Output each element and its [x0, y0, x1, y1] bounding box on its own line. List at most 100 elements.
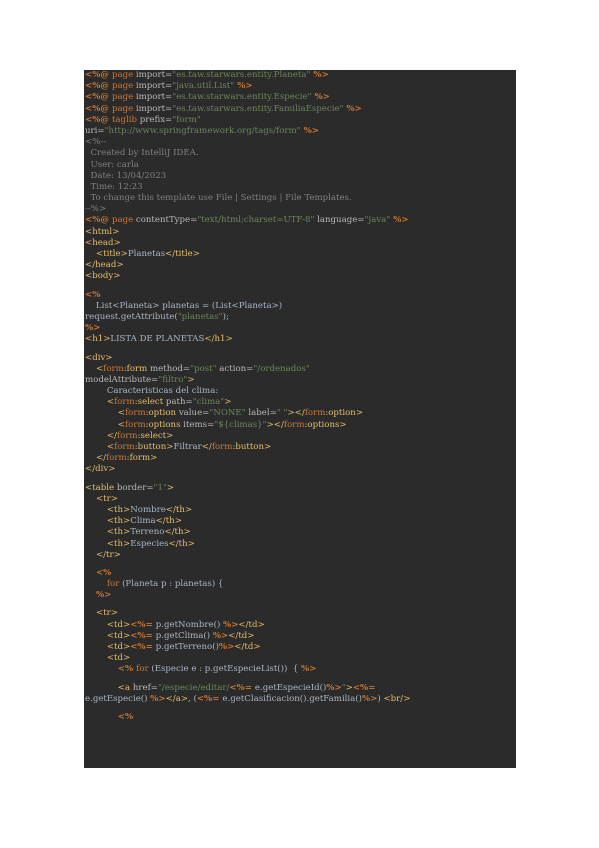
code-token: < [117, 419, 125, 430]
code-token: </ [106, 430, 117, 441]
code-line: <%@ page import="es.taw.starwars.entity.… [84, 70, 516, 81]
code-token: <h1> [85, 334, 111, 345]
code-line: <th>Terreno</th> [84, 527, 516, 538]
code-line: for (Planeta p : planetas) { [84, 579, 516, 590]
code-token: taglib [111, 114, 140, 125]
code-line: <%@ page import="es.taw.starwars.entity.… [84, 104, 516, 115]
code-token: < [106, 442, 115, 452]
code-token: </th> [168, 538, 195, 549]
code-token: <th> [106, 504, 131, 515]
code-token: Clima [130, 516, 156, 527]
code-token: <th> [106, 538, 131, 549]
code-token: </th> [165, 504, 193, 515]
code-token: Nombre [130, 504, 166, 515]
code-token: %> [390, 215, 409, 226]
code-token: <td> [106, 653, 131, 664]
code-token: :select> [137, 430, 174, 441]
code-token: %> [150, 693, 166, 704]
code-token: <th> [106, 516, 131, 527]
code-line: <form:select path="clima"> [84, 397, 516, 408]
code-token: form [114, 442, 135, 452]
code-editor: <%@ page import="es.taw.starwars.entity.… [84, 70, 516, 768]
code-line: <form:form method="post" action="/ordena… [84, 364, 516, 375]
code-line: <td><%= p.getTerreno()%></td> [84, 642, 516, 653]
code-line: Created by IntelliJ IDEA. [84, 148, 516, 159]
code-token: <th> [106, 527, 131, 538]
code-token: p.getTerreno() [155, 642, 219, 652]
code-token: </td> [228, 630, 255, 641]
code-token: <%@ [85, 92, 112, 103]
code-token: page [111, 70, 136, 80]
code-token: <html> [85, 226, 120, 237]
code-token: </div> [85, 464, 116, 475]
code-line: <% [84, 290, 516, 301]
code-token: method= [150, 363, 191, 374]
code-token: </a> [165, 693, 189, 704]
code-token: %> [301, 664, 317, 675]
code-token: <% [117, 711, 134, 722]
code-line: e.getEspecie() %></a>, (<%= e.getClasifi… [84, 694, 516, 705]
code-line: <div> [84, 353, 516, 364]
code-token: (Planeta p : planetas) { [122, 579, 224, 590]
code-token: " " [276, 408, 288, 419]
code-line: <tr> [84, 608, 516, 619]
code-line: To change this template use File | Setti… [84, 193, 516, 204]
code-line: <form:option value="NONE" label=" "></fo… [84, 408, 516, 419]
code-line: Date: 13/04/2023 [84, 171, 516, 182]
code-token: "http://www.springframework.org/tags/for… [104, 125, 301, 136]
code-token: <%-- [85, 137, 107, 148]
code-line: User: carla [84, 160, 516, 171]
code-line: <td> [84, 653, 516, 664]
code-token: Time: 12:23 [85, 181, 143, 192]
code-token: "es.taw.starwars.entity.Planeta" [172, 70, 311, 80]
code-token: :form> [126, 453, 158, 464]
code-token: value= [178, 408, 210, 419]
code-token: <% [95, 567, 112, 578]
code-token: </title> [165, 249, 200, 259]
code-line: %> [84, 590, 516, 601]
code-line: </div> [84, 464, 516, 475]
code-token: "/ordenados" [253, 363, 310, 374]
code-token: contentType= [135, 215, 198, 226]
code-line: <%@ page import="java.util.List" %> [84, 81, 516, 92]
code-token: </th> [155, 516, 182, 527]
code-token: form [304, 408, 326, 419]
code-token: </ [95, 453, 107, 464]
code-token: <%@ [85, 215, 112, 226]
code-token: <% [117, 664, 137, 675]
code-line: <table border="1"> [84, 483, 516, 494]
code-line: modelAttribute="filtro"> [84, 375, 516, 386]
code-token: --%> [85, 204, 107, 215]
code-token: <td> [106, 630, 131, 641]
code-line: <% for (Especie e : p.getEspecieList()) … [84, 664, 516, 675]
code-line: <th>Nombre</th> [84, 505, 516, 516]
code-token: %> [300, 125, 319, 136]
code-token: action= [216, 363, 254, 374]
code-line: <tr> [84, 494, 516, 505]
code-token: %> [218, 642, 235, 652]
code-line: <body> [84, 271, 516, 282]
code-token: import= [135, 70, 173, 80]
code-token: </ [201, 442, 212, 452]
code-token: <tr> [95, 608, 118, 619]
code-line: <html> [84, 227, 516, 238]
code-token: "NONE" [209, 408, 246, 419]
code-token: e.getEspecieId() [254, 682, 327, 693]
code-token: < [117, 408, 125, 419]
code-token: User: carla [85, 159, 139, 170]
code-token: Filtrar [173, 442, 202, 452]
